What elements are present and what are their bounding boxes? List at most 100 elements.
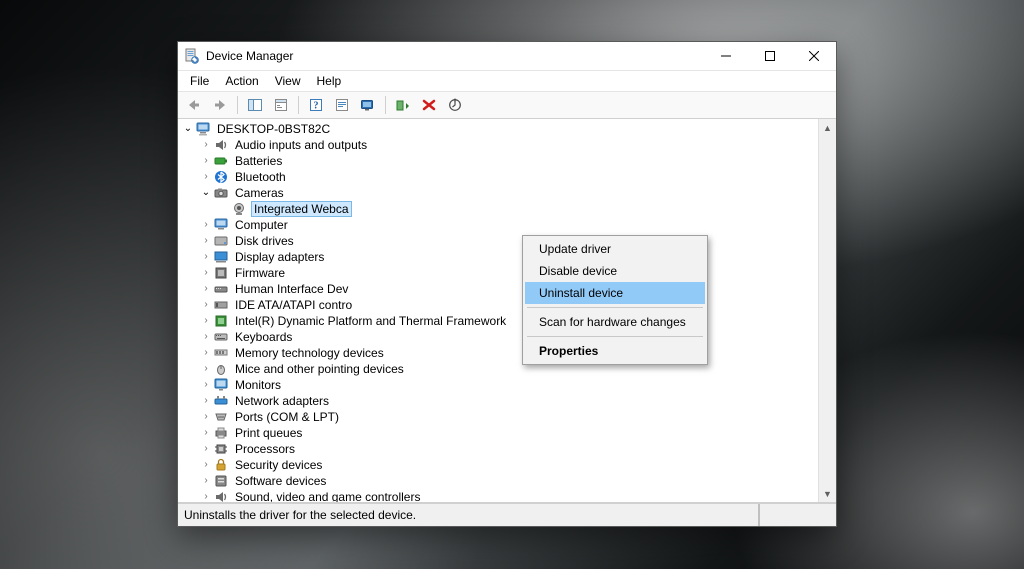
close-button[interactable] [792, 42, 836, 70]
tree-item-memtech[interactable]: › Memory technology devices [182, 345, 818, 361]
tree-item-keyboards[interactable]: › Keyboards [182, 329, 818, 345]
enable-device-button[interactable] [391, 93, 415, 117]
tree-root-label: DESKTOP-0BST82C [215, 121, 332, 137]
expand-icon[interactable]: › [200, 137, 212, 153]
expand-icon[interactable]: › [200, 457, 212, 473]
tree-item-batteries[interactable]: › Batteries [182, 153, 818, 169]
expand-icon[interactable]: › [200, 361, 212, 377]
tree-item-label: Audio inputs and outputs [233, 137, 369, 153]
app-icon [184, 48, 200, 64]
tree-item-intel-platform[interactable]: › Intel(R) Dynamic Platform and Thermal … [182, 313, 818, 329]
expand-icon[interactable]: › [200, 345, 212, 361]
context-menu-scan-hardware[interactable]: Scan for hardware changes [525, 311, 705, 333]
help-button[interactable]: ? [304, 93, 328, 117]
expand-icon[interactable]: › [200, 153, 212, 169]
expand-icon[interactable]: › [200, 313, 212, 329]
expand-icon[interactable]: › [200, 249, 212, 265]
context-menu-uninstall-device[interactable]: Uninstall device [525, 282, 705, 304]
tree-item-print-queues[interactable]: › Print queues [182, 425, 818, 441]
tree-item-processors[interactable]: › Processors [182, 441, 818, 457]
back-button[interactable] [182, 93, 206, 117]
properties-button[interactable] [269, 93, 293, 117]
tree-item-computer[interactable]: › Computer [182, 217, 818, 233]
tree-item-label: Mice and other pointing devices [233, 361, 406, 377]
expand-icon[interactable]: › [200, 393, 212, 409]
minimize-button[interactable] [704, 42, 748, 70]
expand-icon[interactable]: › [200, 329, 212, 345]
tree-item-audio[interactable]: › Audio inputs and outputs [182, 137, 818, 153]
tree-item-label: Bluetooth [233, 169, 288, 185]
show-hide-console-tree-button[interactable] [243, 93, 267, 117]
expand-icon[interactable]: › [200, 233, 212, 249]
expand-icon[interactable]: › [200, 473, 212, 489]
tree-item-ide[interactable]: › IDE ATA/ATAPI contro [182, 297, 818, 313]
device-tree[interactable]: ⌄ DESKTOP-0BST82C › Audio inputs and out… [178, 119, 818, 502]
tree-item-label: IDE ATA/ATAPI contro [233, 297, 354, 313]
tree-item-network[interactable]: › Network adapters [182, 393, 818, 409]
tree-item-ports[interactable]: › Ports (COM & LPT) [182, 409, 818, 425]
expand-icon[interactable]: › [200, 409, 212, 425]
context-menu-separator [527, 307, 703, 308]
expand-icon[interactable]: › [200, 169, 212, 185]
tree-item-security[interactable]: › Security devices [182, 457, 818, 473]
bluetooth-icon [213, 169, 229, 185]
tree-item-integrated-webcam[interactable]: Integrated Webca [182, 201, 818, 217]
computer-icon [195, 121, 211, 137]
menu-file[interactable]: File [182, 72, 217, 90]
titlebar[interactable]: Device Manager [178, 42, 836, 70]
expand-icon[interactable]: › [200, 297, 212, 313]
tree-item-disk-drives[interactable]: › Disk drives [182, 233, 818, 249]
menu-view[interactable]: View [267, 72, 309, 90]
tree-item-label: Intel(R) Dynamic Platform and Thermal Fr… [233, 313, 508, 329]
tree-item-bluetooth[interactable]: › Bluetooth [182, 169, 818, 185]
toolbar-separator [237, 96, 238, 114]
tree-item-software[interactable]: › Software devices [182, 473, 818, 489]
svg-text:?: ? [314, 101, 319, 112]
forward-button[interactable] [208, 93, 232, 117]
tree-item-label: Integrated Webca [251, 201, 352, 217]
tree-item-label: Processors [233, 441, 297, 457]
scan-hardware-button[interactable] [356, 93, 380, 117]
keyboard-icon [213, 329, 229, 345]
menu-action[interactable]: Action [217, 72, 266, 90]
maximize-button[interactable] [748, 42, 792, 70]
expand-icon[interactable]: › [200, 489, 212, 502]
ide-icon [213, 297, 229, 313]
tree-item-cameras[interactable]: ⌄ Cameras [182, 185, 818, 201]
tree-item-hid[interactable]: › Human Interface Dev [182, 281, 818, 297]
expand-icon[interactable]: › [200, 377, 212, 393]
tree-item-label: Computer [233, 217, 290, 233]
sound-icon [213, 489, 229, 502]
tree-item-display-adapters[interactable]: › Display adapters [182, 249, 818, 265]
vertical-scrollbar[interactable]: ▲ ▼ [818, 119, 836, 502]
tree-item-monitors[interactable]: › Monitors [182, 377, 818, 393]
tree-item-sound[interactable]: › Sound, video and game controllers [182, 489, 818, 502]
tree-root[interactable]: ⌄ DESKTOP-0BST82C [182, 121, 818, 137]
menu-help[interactable]: Help [309, 72, 350, 90]
expand-icon[interactable]: › [200, 441, 212, 457]
battery-icon [213, 153, 229, 169]
scroll-track[interactable] [819, 136, 836, 485]
monitor-icon [213, 377, 229, 393]
context-menu-update-driver[interactable]: Update driver [525, 238, 705, 260]
collapse-icon[interactable]: ⌄ [200, 185, 212, 201]
expand-icon[interactable]: › [200, 281, 212, 297]
tree-content-area: ⌄ DESKTOP-0BST82C › Audio inputs and out… [178, 119, 836, 503]
tree-item-firmware[interactable]: › Firmware [182, 265, 818, 281]
webcam-icon [231, 201, 247, 217]
uninstall-device-button[interactable] [417, 93, 441, 117]
scroll-down-arrow[interactable]: ▼ [819, 485, 836, 502]
expand-icon[interactable]: › [200, 217, 212, 233]
expand-icon[interactable]: ⌄ [182, 121, 194, 137]
scroll-up-arrow[interactable]: ▲ [819, 119, 836, 136]
properties-sheet-button[interactable] [330, 93, 354, 117]
tree-item-label: Memory technology devices [233, 345, 386, 361]
context-menu-disable-device[interactable]: Disable device [525, 260, 705, 282]
tree-item-label: Disk drives [233, 233, 296, 249]
tree-item-mice[interactable]: › Mice and other pointing devices [182, 361, 818, 377]
update-driver-button[interactable] [443, 93, 467, 117]
expand-icon[interactable]: › [200, 425, 212, 441]
context-menu-properties[interactable]: Properties [525, 340, 705, 362]
tree-item-label: Cameras [233, 185, 286, 201]
expand-icon[interactable]: › [200, 265, 212, 281]
